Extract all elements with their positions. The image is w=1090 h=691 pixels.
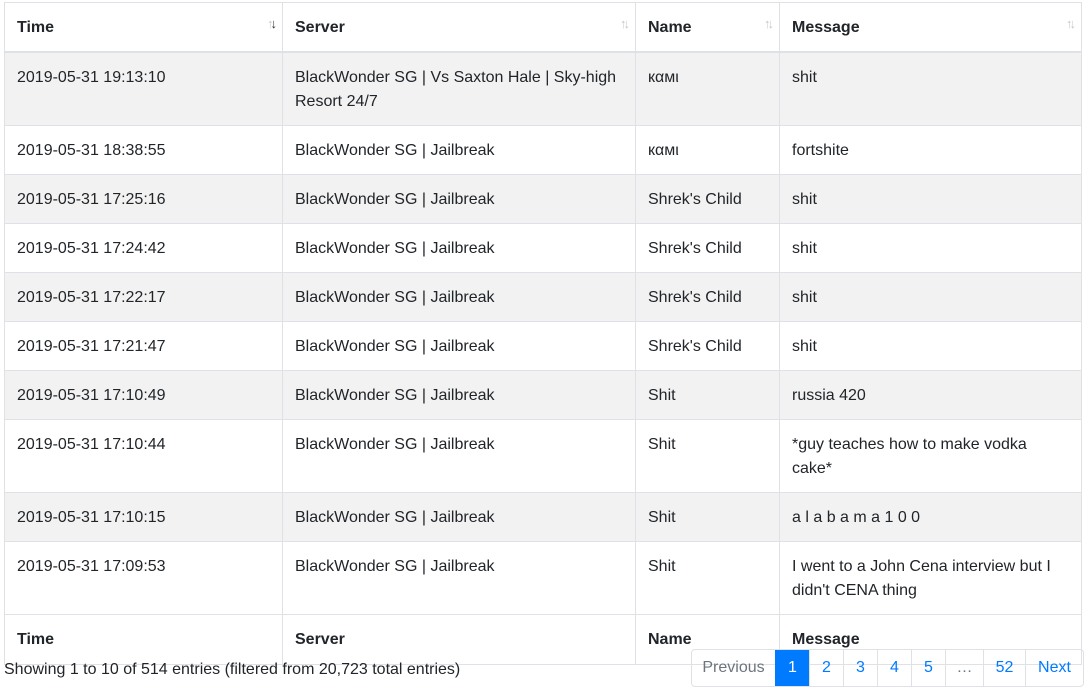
cell-server: BlackWonder SG | Jailbreak: [282, 125, 636, 175]
table-row: 2019-05-31 17:25:16 BlackWonder SG | Jail…: [4, 174, 1082, 224]
cell-time: 2019-05-31 17:09:53: [4, 541, 283, 615]
cell-name: Shit: [635, 541, 780, 615]
cell-message: shit: [779, 321, 1082, 371]
cell-time: 2019-05-31 17:10:15: [4, 492, 283, 542]
table-row: 2019-05-31 19:13:10 BlackWonder SG | Vs S…: [4, 51, 1082, 126]
cell-message: shit: [779, 223, 1082, 273]
page-4-button[interactable]: 4: [877, 650, 911, 686]
page-5-button[interactable]: 5: [911, 650, 945, 686]
cell-server: BlackWonder SG | Vs Saxton Hale | Sky-hi…: [282, 51, 636, 126]
cell-message: shit: [779, 51, 1082, 126]
cell-name: Shrek's Child: [635, 174, 780, 224]
page-52-button[interactable]: 52: [983, 650, 1025, 686]
table-info-text: Showing 1 to 10 of 514 entries (filtered…: [4, 661, 461, 678]
page-3-button[interactable]: 3: [843, 650, 877, 686]
chat-log-table: Time ↑↓ Server ↑↓ Name ↑↓ Message ↑↓ 201…: [4, 2, 1082, 665]
table-body: 2019-05-31 19:13:10 BlackWonder SG | Vs S…: [4, 51, 1082, 615]
column-header-time[interactable]: Time ↑↓: [4, 2, 283, 53]
cell-server: BlackWonder SG | Jailbreak: [282, 541, 636, 615]
table-header: Time ↑↓ Server ↑↓ Name ↑↓ Message ↑↓: [4, 2, 1082, 53]
column-footer-server: Server: [282, 614, 636, 665]
table-row: 2019-05-31 18:38:55 BlackWonder SG | Jail…: [4, 125, 1082, 175]
cell-name: кαмι: [635, 51, 780, 126]
header-row: Time ↑↓ Server ↑↓ Name ↑↓ Message ↑↓: [4, 2, 1082, 53]
column-header-message[interactable]: Message ↑↓: [779, 2, 1082, 53]
cell-server: BlackWonder SG | Jailbreak: [282, 272, 636, 322]
cell-server: BlackWonder SG | Jailbreak: [282, 370, 636, 420]
cell-name: Shit: [635, 419, 780, 493]
cell-server: BlackWonder SG | Jailbreak: [282, 419, 636, 493]
table-row: 2019-05-31 17:10:49 BlackWonder SG | Jail…: [4, 370, 1082, 420]
sort-both-icon: ↑↓: [764, 16, 774, 31]
cell-time: 2019-05-31 18:38:55: [4, 125, 283, 175]
cell-time: 2019-05-31 17:10:44: [4, 419, 283, 493]
cell-time: 2019-05-31 19:13:10: [4, 51, 283, 126]
chat-log-table-wrapper: Time ↑↓ Server ↑↓ Name ↑↓ Message ↑↓ 201…: [4, 2, 1082, 665]
cell-time: 2019-05-31 17:25:16: [4, 174, 283, 224]
cell-name: Shit: [635, 492, 780, 542]
table-row: 2019-05-31 17:10:15 BlackWonder SG | Jail…: [4, 492, 1082, 542]
cell-message: *guy teaches how to make vodka cake*: [779, 419, 1082, 493]
next-page-button[interactable]: Next: [1025, 650, 1083, 686]
page-1-button[interactable]: 1: [775, 650, 809, 686]
cell-message: a l a b a m a 1 0 0: [779, 492, 1082, 542]
cell-server: BlackWonder SG | Jailbreak: [282, 492, 636, 542]
cell-time: 2019-05-31 17:10:49: [4, 370, 283, 420]
column-footer-time: Time: [4, 614, 283, 665]
table-row: 2019-05-31 17:21:47 BlackWonder SG | Jail…: [4, 321, 1082, 371]
column-header-server[interactable]: Server ↑↓: [282, 2, 636, 53]
cell-time: 2019-05-31 17:24:42: [4, 223, 283, 273]
cell-name: Shrek's Child: [635, 321, 780, 371]
cell-message: fortshite: [779, 125, 1082, 175]
cell-name: Shrek's Child: [635, 272, 780, 322]
column-header-label: Time: [17, 19, 55, 36]
cell-message: shit: [779, 272, 1082, 322]
cell-message: russia 420: [779, 370, 1082, 420]
page-2-button[interactable]: 2: [809, 650, 843, 686]
cell-message: I went to a John Cena interview but I di…: [779, 541, 1082, 615]
cell-server: BlackWonder SG | Jailbreak: [282, 174, 636, 224]
column-header-label: Message: [792, 19, 860, 36]
cell-server: BlackWonder SG | Jailbreak: [282, 223, 636, 273]
table-row: 2019-05-31 17:24:42 BlackWonder SG | Jail…: [4, 223, 1082, 273]
sort-both-icon: ↑↓: [620, 16, 630, 31]
column-header-label: Server: [295, 19, 345, 36]
column-header-name[interactable]: Name ↑↓: [635, 2, 780, 53]
cell-server: BlackWonder SG | Jailbreak: [282, 321, 636, 371]
column-header-label: Name: [648, 19, 692, 36]
table-row: 2019-05-31 17:09:53 BlackWonder SG | Jail…: [4, 541, 1082, 615]
previous-page-button[interactable]: Previous: [692, 650, 775, 686]
pagination-ellipsis: …: [945, 650, 983, 686]
cell-name: Shit: [635, 370, 780, 420]
cell-name: Shrek's Child: [635, 223, 780, 273]
pagination: Previous 1 2 3 4 5 … 52 Next: [691, 649, 1084, 687]
cell-name: кαмι: [635, 125, 780, 175]
table-row: 2019-05-31 17:22:17 BlackWonder SG | Jail…: [4, 272, 1082, 322]
cell-message: shit: [779, 174, 1082, 224]
sort-both-icon: ↑↓: [1066, 16, 1076, 31]
sort-desc-icon: ↑↓: [267, 16, 277, 31]
cell-time: 2019-05-31 17:22:17: [4, 272, 283, 322]
cell-time: 2019-05-31 17:21:47: [4, 321, 283, 371]
table-row: 2019-05-31 17:10:44 BlackWonder SG | Jail…: [4, 419, 1082, 493]
